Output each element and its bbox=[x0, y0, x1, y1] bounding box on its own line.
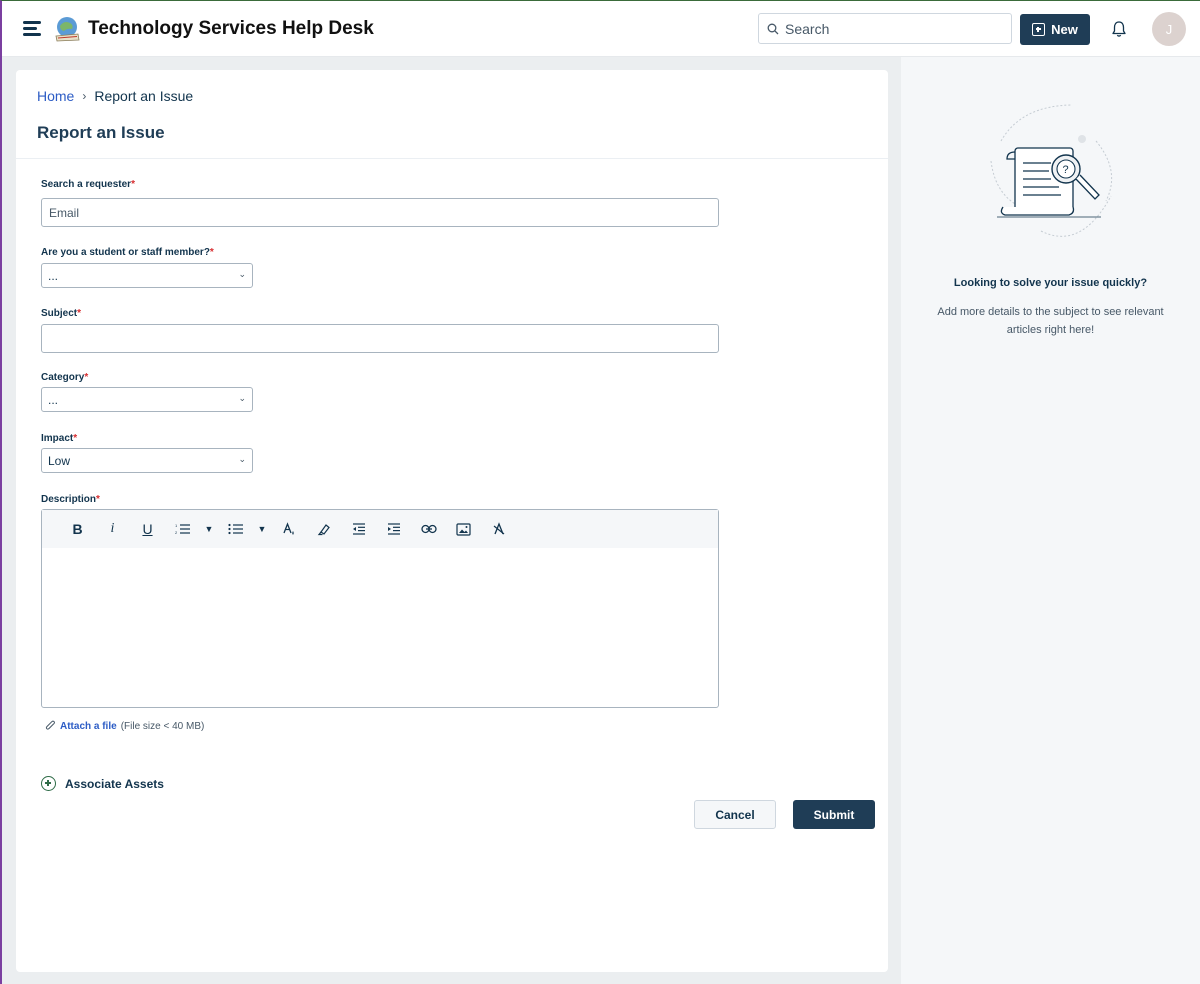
subject-label: Subject* bbox=[41, 308, 81, 319]
svg-text:2: 2 bbox=[175, 530, 178, 535]
unordered-list-icon[interactable] bbox=[218, 517, 253, 541]
category-select[interactable]: ... ⌄ bbox=[41, 387, 253, 412]
impact-label: Impact* bbox=[41, 433, 77, 444]
description-textarea[interactable] bbox=[42, 548, 718, 707]
page-title: Report an Issue bbox=[37, 123, 165, 142]
associate-assets-button[interactable]: Associate Assets bbox=[41, 776, 164, 791]
highlight-icon[interactable] bbox=[306, 517, 341, 541]
new-button-label: New bbox=[1051, 22, 1078, 37]
ordered-list-icon[interactable]: 12 bbox=[165, 517, 200, 541]
notification-bell-icon[interactable] bbox=[1109, 19, 1129, 39]
required-marker: * bbox=[73, 433, 78, 444]
subject-label-text: Subject bbox=[41, 308, 78, 319]
plus-circle-icon bbox=[41, 776, 56, 791]
dropdown-caret-icon[interactable]: ▼ bbox=[253, 517, 271, 541]
link-icon[interactable] bbox=[411, 517, 446, 541]
app-title: Technology Services Help Desk bbox=[88, 18, 374, 39]
search-icon bbox=[767, 23, 779, 34]
requester-email-input[interactable] bbox=[41, 198, 719, 227]
global-search[interactable] bbox=[758, 13, 1012, 44]
cancel-button[interactable]: Cancel bbox=[694, 800, 776, 829]
required-marker: * bbox=[96, 494, 100, 505]
description-label-text: Description bbox=[41, 494, 97, 505]
associate-assets-label: Associate Assets bbox=[65, 776, 164, 791]
side-panel-title: Looking to solve your issue quickly? bbox=[953, 277, 1148, 289]
breadcrumb-current: Report an Issue bbox=[94, 88, 194, 104]
indent-icon[interactable] bbox=[376, 517, 411, 541]
editor-toolbar: B i U 12 ▼ ▼ bbox=[42, 510, 718, 548]
underline-icon[interactable]: U bbox=[130, 517, 165, 541]
category-label: Category* bbox=[41, 372, 88, 383]
search-document-illustration: ? bbox=[990, 104, 1113, 237]
role-label: Are you a student or staff member?* bbox=[41, 247, 214, 258]
bold-icon[interactable]: B bbox=[60, 517, 95, 541]
impact-select[interactable]: Low ⌄ bbox=[41, 448, 253, 473]
clear-format-icon[interactable] bbox=[481, 517, 516, 541]
role-select-value: ... bbox=[48, 268, 59, 283]
side-panel-text: Add more details to the subject to see r… bbox=[937, 306, 1164, 336]
attach-file-link[interactable]: Attach a file bbox=[60, 721, 117, 732]
chevron-down-icon: ⌄ bbox=[238, 393, 246, 403]
impact-label-text: Impact bbox=[41, 433, 74, 444]
description-label: Description* bbox=[41, 494, 100, 505]
role-label-text: Are you a student or staff member? bbox=[41, 247, 210, 258]
required-marker: * bbox=[131, 179, 135, 190]
chevron-down-icon: ⌄ bbox=[238, 269, 246, 279]
breadcrumb: Home › Report an Issue bbox=[37, 88, 888, 104]
card-header: Home › Report an Issue Report an Issue bbox=[16, 70, 888, 159]
requester-label: Search a requester* bbox=[41, 179, 135, 190]
required-marker: * bbox=[84, 372, 89, 383]
required-marker: * bbox=[77, 308, 82, 319]
image-icon[interactable] bbox=[446, 517, 481, 541]
role-select[interactable]: ... ⌄ bbox=[41, 263, 253, 288]
chevron-down-icon: ⌄ bbox=[238, 454, 246, 464]
attach-file-note: (File size < 40 MB) bbox=[120, 720, 205, 732]
subject-input[interactable] bbox=[41, 324, 719, 353]
report-issue-card: Home › Report an Issue Report an Issue S… bbox=[16, 70, 888, 972]
plus-box-icon bbox=[1032, 23, 1046, 36]
top-header: Technology Services Help Desk New J bbox=[2, 1, 1200, 57]
attach-file-row: Attach a file (File size < 40 MB) bbox=[45, 720, 204, 732]
breadcrumb-separator: › bbox=[82, 89, 87, 103]
search-input[interactable] bbox=[785, 20, 1005, 37]
breadcrumb-home-link[interactable]: Home bbox=[37, 88, 74, 104]
hamburger-menu-icon[interactable] bbox=[23, 21, 41, 37]
dropdown-caret-icon[interactable]: ▼ bbox=[200, 517, 218, 541]
category-select-value: ... bbox=[48, 392, 59, 407]
text-color-icon[interactable] bbox=[271, 517, 306, 541]
outdent-icon[interactable] bbox=[341, 517, 376, 541]
impact-select-value: Low bbox=[48, 453, 71, 468]
user-avatar[interactable]: J bbox=[1152, 12, 1186, 46]
side-panel: ? Looking to solve your issue quickly? A… bbox=[901, 57, 1200, 984]
svg-text:1: 1 bbox=[175, 523, 178, 528]
category-label-text: Category bbox=[41, 372, 85, 383]
italic-icon[interactable]: i bbox=[95, 517, 130, 541]
app-logo bbox=[55, 17, 80, 42]
submit-button[interactable]: Submit bbox=[793, 800, 875, 829]
requester-label-text: Search a requester bbox=[41, 179, 132, 190]
svg-text:?: ? bbox=[1063, 164, 1069, 176]
description-editor: B i U 12 ▼ ▼ bbox=[41, 509, 719, 708]
paperclip-icon bbox=[45, 720, 55, 730]
required-marker: * bbox=[209, 247, 214, 258]
new-button[interactable]: New bbox=[1020, 14, 1090, 45]
